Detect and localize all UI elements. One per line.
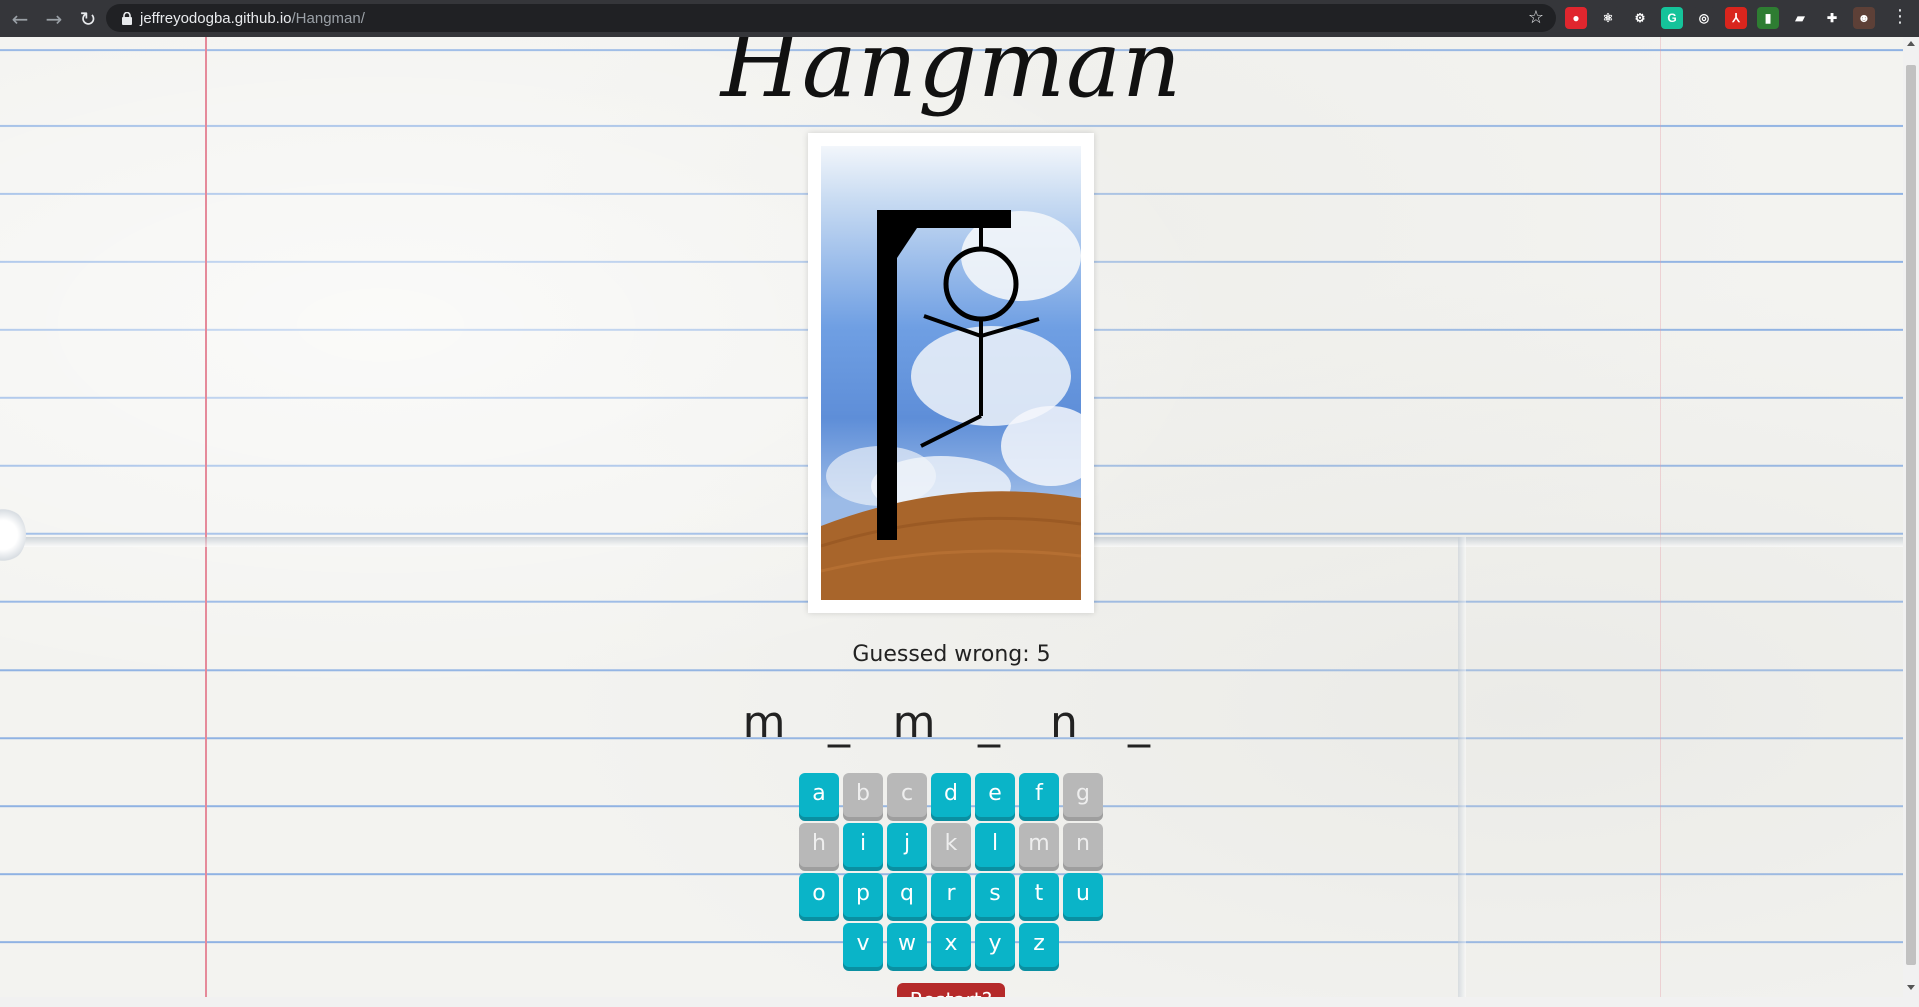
word-letter-slot: m: [742, 697, 786, 748]
word-display: m _ m _ n _: [0, 697, 1903, 757]
adblock-icon[interactable]: ●: [1565, 7, 1587, 29]
letter-key-b: b: [843, 773, 883, 817]
letter-key-o[interactable]: o: [799, 873, 839, 917]
guessed-wrong-counter: Guessed wrong: 5: [852, 642, 1051, 667]
word-letter-slot: _: [978, 697, 1000, 748]
reload-icon[interactable]: ↻: [74, 5, 102, 33]
letter-key-v[interactable]: v: [843, 923, 883, 967]
gear-extension-icon[interactable]: ⚙: [1629, 7, 1651, 29]
letter-key-l[interactable]: l: [975, 823, 1015, 867]
page-viewport: Hangman Guessed wrong: 5 m _ m _ n _ a b…: [0, 37, 1903, 997]
letter-key-x[interactable]: x: [931, 923, 971, 967]
keyboard-row: vwxyz: [796, 923, 1106, 967]
letter-key-p[interactable]: p: [843, 873, 883, 917]
scroll-thumb[interactable]: [1906, 65, 1916, 965]
react-devtools-icon[interactable]: ⚛: [1597, 7, 1619, 29]
browser-toolbar: ← → ↻ jeffreyodogba.github.io/Hangman/ ☆…: [0, 0, 1919, 37]
scroll-up-arrow-icon[interactable]: [1907, 41, 1915, 46]
url-text: jeffreyodogba.github.io/Hangman/: [140, 10, 365, 27]
target-extension-icon[interactable]: ◎: [1693, 7, 1715, 29]
letter-keyboard: abcdefg hijklmn opqrstu vwxyz: [796, 773, 1106, 973]
letter-key-w[interactable]: w: [887, 923, 927, 967]
url-path: /Hangman/: [291, 9, 365, 27]
paper-margin-line-right: [1660, 37, 1661, 997]
letter-key-c: c: [887, 773, 927, 817]
bottom-edge: [0, 997, 1919, 1007]
letter-key-k: k: [931, 823, 971, 867]
scroll-down-arrow-icon[interactable]: [1907, 985, 1915, 990]
lock-icon: [120, 10, 134, 26]
letter-key-q[interactable]: q: [887, 873, 927, 917]
letter-key-f[interactable]: f: [1019, 773, 1059, 817]
hangman-drawing: [821, 210, 1081, 600]
profile-avatar-icon[interactable]: ☻: [1853, 7, 1875, 29]
letter-key-m: m: [1019, 823, 1059, 867]
forward-icon[interactable]: →: [40, 5, 68, 33]
letter-key-h: h: [799, 823, 839, 867]
letter-key-s[interactable]: s: [975, 873, 1015, 917]
hangman-image-frame: [808, 133, 1094, 613]
letter-key-n: n: [1063, 823, 1103, 867]
back-icon[interactable]: ←: [6, 5, 34, 33]
letter-key-a[interactable]: a: [799, 773, 839, 817]
restart-button[interactable]: Restart?: [897, 983, 1005, 997]
letter-key-g: g: [1063, 773, 1103, 817]
letter-key-u[interactable]: u: [1063, 873, 1103, 917]
tab-extension-icon[interactable]: ▰: [1789, 7, 1811, 29]
word-letter-slot: m: [892, 697, 936, 748]
paper-fold-vertical: [1458, 537, 1466, 997]
letter-key-y[interactable]: y: [975, 923, 1015, 967]
puzzle-extensions-icon[interactable]: ✚: [1821, 7, 1843, 29]
menu-kebab-icon[interactable]: ⋮: [1891, 6, 1909, 27]
keyboard-row: hijklmn: [796, 823, 1106, 867]
pdf-extension-icon[interactable]: ⅄: [1725, 7, 1747, 29]
letter-key-i[interactable]: i: [843, 823, 883, 867]
url-host: jeffreyodogba.github.io: [140, 9, 292, 27]
keyboard-row: abcdefg: [796, 773, 1106, 817]
letter-key-j[interactable]: j: [887, 823, 927, 867]
page-title: Hangman: [720, 37, 1183, 118]
letter-key-z[interactable]: z: [1019, 923, 1059, 967]
word-letter-slot: _: [1128, 697, 1150, 748]
hangman-scene: [821, 146, 1081, 600]
bookmark-star-icon[interactable]: ☆: [1528, 7, 1544, 28]
extensions-toolbar: ● ⚛ ⚙ G ◎ ⅄ ▮ ▰ ✚ ☻: [1565, 6, 1885, 30]
keyboard-row: opqrstu: [796, 873, 1106, 917]
paper-margin-line: [205, 37, 207, 997]
address-bar[interactable]: jeffreyodogba.github.io/Hangman/ ☆: [106, 4, 1556, 32]
word-letter-slot: _: [828, 697, 850, 748]
letter-key-e[interactable]: e: [975, 773, 1015, 817]
grammarly-icon[interactable]: G: [1661, 7, 1683, 29]
vertical-scrollbar[interactable]: [1903, 37, 1919, 997]
letter-key-d[interactable]: d: [931, 773, 971, 817]
chart-extension-icon[interactable]: ▮: [1757, 7, 1779, 29]
letter-key-r[interactable]: r: [931, 873, 971, 917]
letter-key-t[interactable]: t: [1019, 873, 1059, 917]
word-letter-slot: n: [1050, 697, 1078, 748]
